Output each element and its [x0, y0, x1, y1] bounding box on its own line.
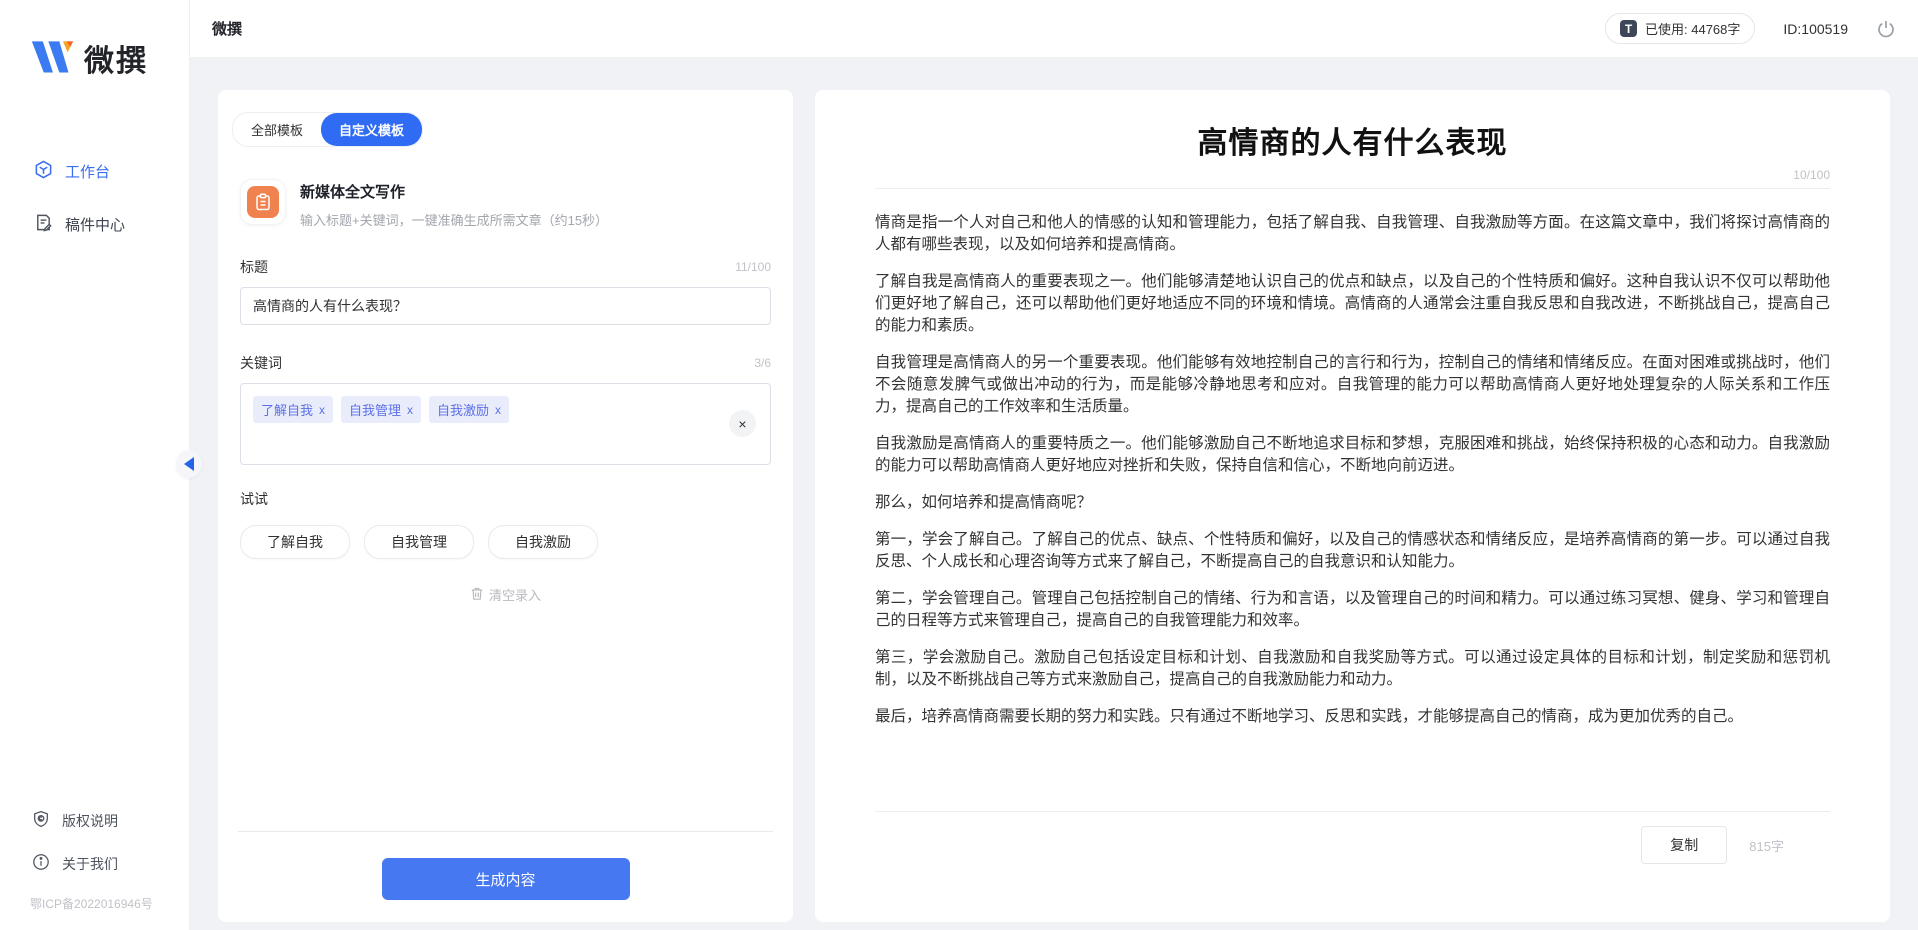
article-paragraph: 情商是指一个人对自己和他人的情感的认知和管理能力，包括了解自我、自我管理、自我激…: [875, 211, 1830, 255]
suggestion-pills: 了解自我 自我管理 自我激励: [240, 525, 771, 559]
article-footer: 复制 815字: [875, 811, 1830, 904]
side-link-label: 版权说明: [62, 811, 118, 831]
article-paragraph: 最后，培养高情商需要长期的努力和实践。只有通过不断地学习、反思和实践，才能够提高…: [875, 705, 1830, 727]
title-label: 标题: [240, 257, 268, 277]
article-title-divider: [875, 188, 1830, 189]
template-info: 新媒体全文写作 输入标题+关键词，一键准确生成所需文章（约15秒）: [240, 179, 771, 229]
sidebar-item-label: 稿件中心: [65, 214, 125, 235]
sidebar-nav: 工作台 稿件中心: [0, 150, 189, 246]
workbench-icon: [34, 160, 53, 183]
keywords-field-header: 关键词 3/6: [240, 353, 771, 373]
suggestion-pill[interactable]: 了解自我: [240, 525, 350, 559]
keywords-label: 关键词: [240, 353, 282, 373]
tab-custom-templates[interactable]: 自定义模板: [321, 113, 422, 146]
article-paragraph: 了解自我是高情商人的重要表现之一。他们能够清楚地认识自己的优点和缺点，以及自己的…: [875, 270, 1830, 336]
try-label: 试试: [240, 489, 771, 509]
word-count-icon: T: [1620, 20, 1637, 37]
sidebar-item-label: 工作台: [65, 161, 110, 182]
icp-number: 鄂ICP备2022016946号: [0, 885, 189, 920]
app-logo[interactable]: 微撰: [0, 0, 189, 80]
title-field-header: 标题 11/100: [240, 257, 771, 277]
logo-text: 微撰: [84, 36, 148, 80]
clipboard-icon: [247, 186, 279, 218]
keyword-tag-label: 自我管理: [349, 400, 401, 419]
template-name: 新媒体全文写作: [300, 181, 608, 202]
title-counter: 11/100: [735, 260, 771, 274]
document-edit-icon: [34, 213, 53, 236]
clear-keywords-button[interactable]: ×: [729, 410, 756, 437]
sidebar-collapse-button[interactable]: [176, 450, 202, 478]
usage-badge[interactable]: T 已使用: 44768字: [1605, 13, 1755, 44]
user-id: ID:100519: [1783, 21, 1848, 37]
keyword-tag-label: 了解自我: [261, 400, 313, 419]
sidebar-item-workbench[interactable]: 工作台: [0, 150, 189, 193]
title-input[interactable]: [240, 287, 771, 325]
copyright-link[interactable]: 版权说明: [0, 799, 189, 842]
generate-content-button[interactable]: 生成内容: [382, 858, 630, 900]
article-paragraph: 第二，学会管理自己。管理自己包括控制自己的情绪、行为和言语，以及管理自己的时间和…: [875, 587, 1830, 631]
remove-tag-icon[interactable]: x: [495, 403, 501, 417]
template-description: 输入标题+关键词，一键准确生成所需文章（约15秒）: [300, 210, 608, 229]
top-header: 微撰 T 已使用: 44768字 ID:100519: [190, 0, 1918, 58]
remove-tag-icon[interactable]: x: [319, 403, 325, 417]
article-body[interactable]: 情商是指一个人对自己和他人的情感的认知和管理能力，包括了解自我、自我管理、自我激…: [875, 211, 1830, 742]
suggestion-pill[interactable]: 自我激励: [488, 525, 598, 559]
article-word-count: 815字: [1749, 836, 1784, 855]
article-paragraph: 那么，如何培养和提高情商呢？: [875, 491, 1830, 513]
shield-copyright-icon: [32, 810, 50, 831]
side-link-label: 关于我们: [62, 854, 118, 874]
copy-button[interactable]: 复制: [1641, 826, 1727, 864]
template-form-panel: 全部模板 自定义模板 新媒体全文写作 输入标题+关键词，一键准确生成所需文章（约…: [218, 90, 793, 922]
about-us-link[interactable]: 关于我们: [0, 842, 189, 885]
logout-power-icon[interactable]: [1876, 19, 1896, 39]
keywords-counter: 3/6: [754, 356, 771, 370]
article-paragraph: 第一，学会了解自己。了解自己的优点、缺点、个性特质和偏好，以及自己的情感状态和情…: [875, 528, 1830, 572]
header-actions: T 已使用: 44768字 ID:100519: [1605, 13, 1896, 44]
sidebar-item-manuscripts[interactable]: 稿件中心: [0, 203, 189, 246]
trash-icon: [470, 586, 484, 604]
usage-text: 已使用: 44768字: [1645, 19, 1740, 38]
keyword-tag: 自我管理 x: [341, 396, 421, 423]
article-paragraph: 自我激励是高情商人的重要特质之一。他们能够激励自己不断地追求目标和梦想，克服困难…: [875, 432, 1830, 476]
chevron-left-icon: [184, 457, 194, 471]
main-content: 全部模板 自定义模板 新媒体全文写作 输入标题+关键词，一键准确生成所需文章（约…: [190, 58, 1918, 930]
clear-entries-button[interactable]: 清空录入: [240, 585, 771, 604]
logo-w-icon: [30, 37, 74, 80]
template-icon-card: [240, 179, 286, 225]
page-title: 微撰: [212, 18, 242, 39]
keywords-input-area[interactable]: 了解自我 x 自我管理 x 自我激励 x ×: [240, 383, 771, 465]
template-text: 新媒体全文写作 输入标题+关键词，一键准确生成所需文章（约15秒）: [300, 179, 608, 229]
info-circle-icon: [32, 853, 50, 874]
form-footer: 生成内容: [240, 831, 771, 904]
template-tabs: 全部模板 自定义模板: [232, 112, 423, 147]
keyword-tag: 自我激励 x: [429, 396, 509, 423]
clear-entries-label: 清空录入: [489, 585, 541, 604]
tab-all-templates[interactable]: 全部模板: [233, 113, 321, 146]
keyword-tag: 了解自我 x: [253, 396, 333, 423]
article-paragraph: 第三，学会激励自己。激励自己包括设定目标和计划、自我激励和自我奖励等方式。可以通…: [875, 646, 1830, 690]
suggestion-pill[interactable]: 自我管理: [364, 525, 474, 559]
article-panel: 高情商的人有什么表现 10/100 情商是指一个人对自己和他人的情感的认知和管理…: [815, 90, 1890, 922]
sidebar: 微撰 工作台 稿件中心: [0, 0, 190, 930]
article-title-counter: 10/100: [875, 168, 1830, 182]
keyword-tag-label: 自我激励: [437, 400, 489, 419]
remove-tag-icon[interactable]: x: [407, 403, 413, 417]
sidebar-footer: 版权说明 关于我们 鄂ICP备2022016946号: [0, 799, 189, 930]
article-paragraph: 自我管理是高情商人的另一个重要表现。他们能够有效地控制自己的言行和行为，控制自己…: [875, 351, 1830, 417]
form-divider: [238, 831, 773, 832]
article-title[interactable]: 高情商的人有什么表现: [875, 118, 1830, 162]
